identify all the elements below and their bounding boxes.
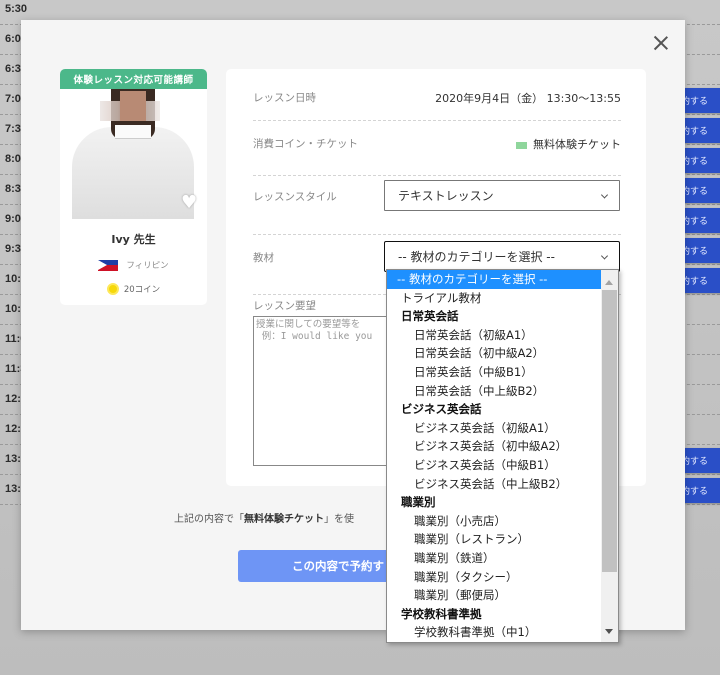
material-option[interactable]: 職業別（レストラン）: [387, 530, 601, 549]
payment-row: 消費コイン・チケット 無料体験チケット: [253, 121, 621, 176]
material-option[interactable]: ビジネス英会話（中上級B2）: [387, 475, 601, 494]
material-option[interactable]: 職業別（鉄道）: [387, 549, 601, 568]
chevron-down-icon: [600, 251, 609, 260]
trial-badge: 体験レッスン対応可能講師: [60, 69, 207, 89]
payment-value: 無料体験チケット: [516, 136, 621, 152]
country-label: フィリピン: [126, 261, 169, 271]
material-option[interactable]: ビジネス英会話（初中級A2）: [387, 437, 601, 456]
material-dropdown: -- 教材のカテゴリーを選択 -- トライアル教材 日常英会話日常英会話（初級A1）…: [386, 269, 619, 643]
datetime-value: 2020年9月4日（金） 13:30〜13:55: [435, 92, 621, 105]
dropdown-scrollbar[interactable]: [601, 270, 618, 642]
datetime-row: レッスン日時 2020年9月4日（金） 13:30〜13:55: [253, 69, 621, 121]
option-group-label: 日常英会話: [401, 309, 459, 324]
teacher-coins: 20コイン: [60, 283, 207, 295]
heart-icon[interactable]: ♥: [181, 194, 199, 212]
style-label: レッスンスタイル: [253, 191, 337, 203]
scroll-thumb[interactable]: [602, 290, 617, 572]
material-option[interactable]: 学校教科書準拠（中1）: [387, 623, 601, 642]
payment-label: 消費コイン・チケット: [253, 138, 358, 150]
material-option[interactable]: ビジネス英会話（中級B1）: [387, 456, 601, 475]
confirm-text: 上記の内容で「無料体験チケット」を使: [174, 514, 354, 525]
material-select[interactable]: -- 教材のカテゴリーを選択 --: [384, 241, 620, 272]
material-option[interactable]: 職業別（タクシー）: [387, 568, 601, 587]
material-label: 教材: [253, 252, 274, 264]
material-options: -- 教材のカテゴリーを選択 -- トライアル教材 日常英会話日常英会話（初級A1）…: [387, 270, 601, 642]
material-option[interactable]: 日常英会話（初級A1）: [387, 326, 601, 345]
time-label: 5:30: [5, 3, 28, 15]
lesson-style-select[interactable]: テキストレッスン: [384, 180, 620, 211]
material-option[interactable]: 職業別（小売店）: [387, 512, 601, 531]
option-group-label: ビジネス英会話: [401, 402, 482, 417]
material-option[interactable]: 日常英会話（中級B1）: [387, 363, 601, 382]
style-row: レッスンスタイル テキストレッスン: [253, 176, 621, 235]
material-option[interactable]: 日常英会話（初中級A2）: [387, 344, 601, 363]
option-group-label: 学校教科書準拠: [401, 606, 482, 621]
scroll-down-icon[interactable]: [605, 629, 613, 634]
scroll-up-icon[interactable]: [605, 280, 613, 285]
teacher-name: Ivy 先生: [111, 233, 156, 246]
material-option[interactable]: 日常英会話（中上級B2）: [387, 382, 601, 401]
teacher-photo: ♥: [60, 89, 207, 219]
philippines-flag-icon: [98, 259, 119, 271]
material-option[interactable]: 職業別（郵便局）: [387, 586, 601, 605]
coin-icon: [106, 283, 119, 295]
coins-label: 20コイン: [123, 285, 161, 295]
material-option[interactable]: トライアル教材: [387, 289, 601, 308]
datetime-label: レッスン日時: [253, 92, 316, 104]
material-option[interactable]: ビジネス英会話（初級A1）: [387, 419, 601, 438]
chevron-down-icon: [600, 190, 609, 199]
request-label: レッスン要望: [253, 300, 316, 312]
material-option[interactable]: -- 教材のカテゴリーを選択 --: [387, 270, 601, 289]
option-group-label: 職業別: [401, 495, 436, 510]
close-icon[interactable]: [651, 33, 671, 53]
ticket-icon: [516, 141, 527, 149]
teacher-country: フィリピン: [60, 259, 207, 271]
teacher-card: 体験レッスン対応可能講師 ♥ Ivy 先生 フィリピン 20コイン: [60, 69, 207, 305]
